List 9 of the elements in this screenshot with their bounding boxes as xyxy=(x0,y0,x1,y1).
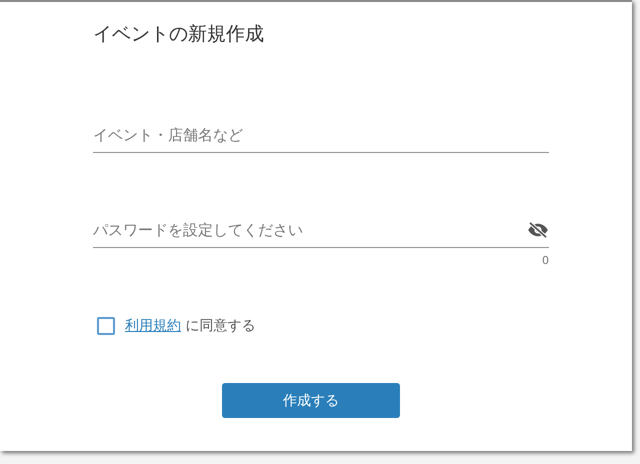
eye-slash-icon[interactable] xyxy=(527,222,549,238)
agree-label: に同意する xyxy=(185,318,256,334)
terms-checkbox[interactable] xyxy=(97,317,115,335)
password-field[interactable]: パスワードを設定してください xyxy=(93,221,527,239)
create-button[interactable]: 作成する xyxy=(222,383,400,418)
name-field[interactable]: イベント・店舗名など xyxy=(93,126,549,144)
terms-link[interactable]: 利用規約 xyxy=(125,318,181,334)
dialog-title: イベントの新規作成 xyxy=(93,22,265,47)
character-counter: 0 xyxy=(542,254,549,267)
